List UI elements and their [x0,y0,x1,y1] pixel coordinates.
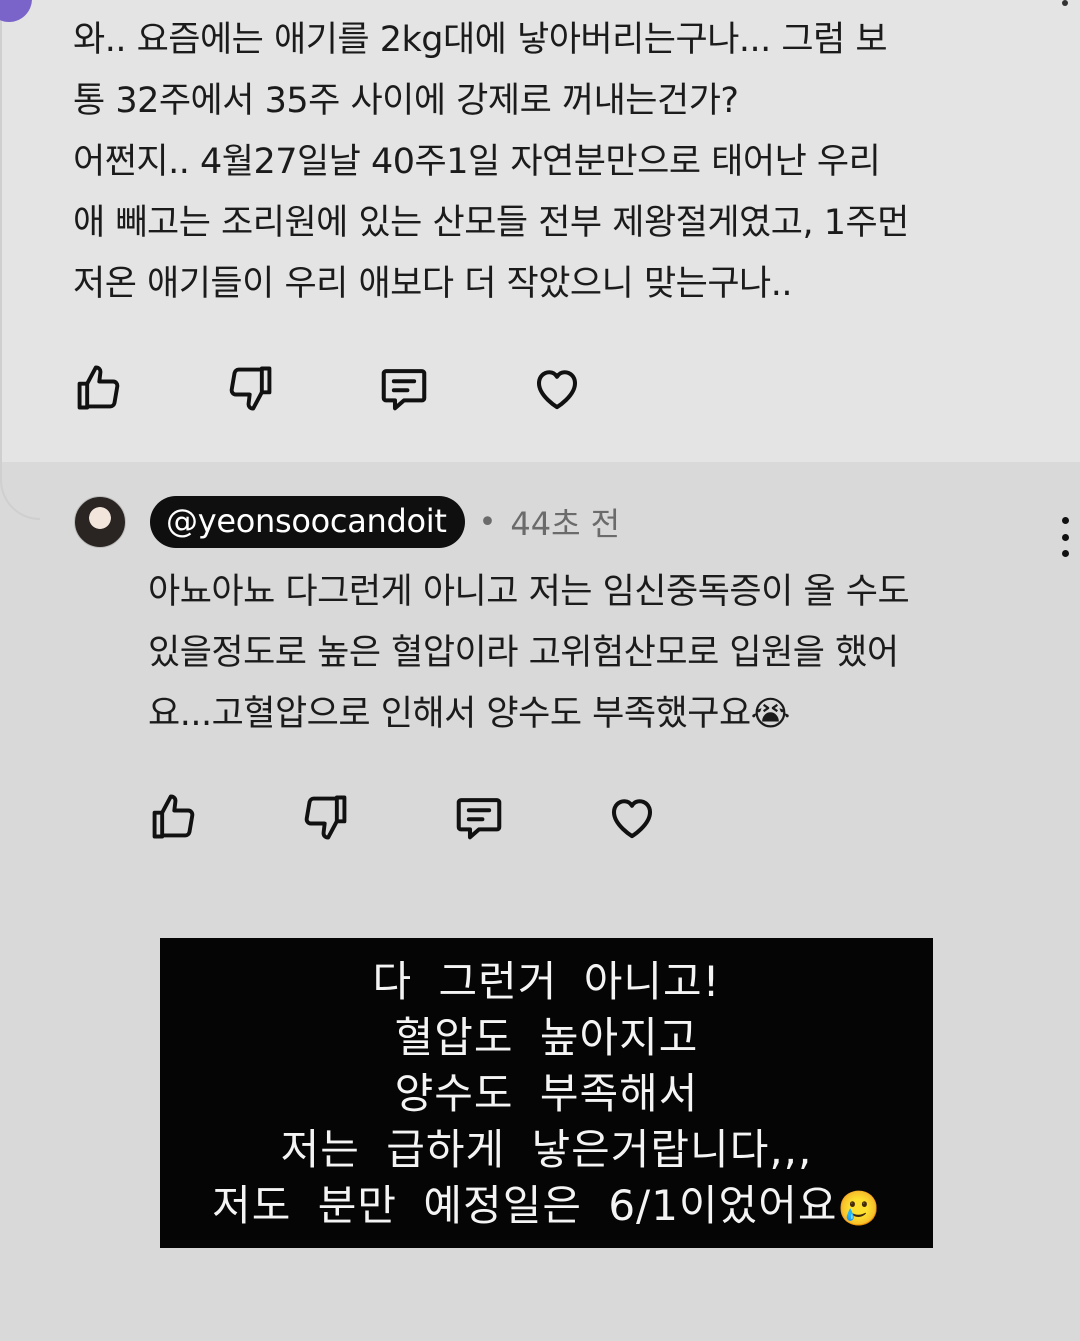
tear-smile-emoji: 🥲 [837,1189,881,1229]
comment-line: 요...고혈압으로 인해서 양수도 부족했구요😭 [148,684,1068,745]
top-comment: 와.. 요즘에는 애기를 2kg대에 낳아버리는구나... 그럼 보 통 32주… [0,0,1080,520]
thumbs-up-icon [77,365,120,410]
comment-line: 저온 애기들이 우리 애보다 더 작았으니 맞는구나.. [73,264,793,304]
heart-button[interactable] [529,360,585,416]
caption-line: 저는 급하게 낳은거랍니다,,, [280,1125,813,1174]
like-button[interactable] [70,360,126,416]
dislike-button[interactable] [223,360,279,416]
comment-line: 어쩐지.. 4월27일날 40주1일 자연분만으로 태어난 우리 [73,142,881,182]
like-button[interactable] [145,789,201,845]
comment-line: 와.. 요즘에는 애기를 2kg대에 낳아버리는구나... 그럼 보 [73,20,888,60]
username-badge[interactable]: @yeonsoocandoit [150,496,465,548]
comment-actions [70,360,585,416]
comment-line: 있을정도로 높은 혈압이라 고위험산모로 입원을 했어 [148,633,899,673]
heart-icon [536,370,578,410]
comment-text: 와.. 요즘에는 애기를 2kg대에 낳아버리는구나... 그럼 보 통 32주… [73,10,1053,315]
more-vert-icon[interactable] [1062,0,1068,6]
separator-dot: • [478,504,497,540]
crying-emoji: 😭 [750,694,791,734]
avatar[interactable] [74,496,126,548]
thumbs-down-icon [304,795,347,840]
caption-line: 다 그런거 아니고! [372,957,721,1006]
comment-line: 통 32주에서 35주 사이에 강제로 꺼내는건가? [73,81,739,121]
caption-box: 다 그런거 아니고! 혈압도 높아지고 양수도 부족해서 저는 급하게 낳은거랍… [160,938,933,1248]
thread-line [0,0,40,520]
reply-header: @yeonsoocandoit • 44초 전 [74,496,620,548]
reply-actions [145,789,660,845]
comment-line-text: 요...고혈압으로 인해서 양수도 부족했구요 [148,694,751,734]
timestamp: 44초 전 [510,505,621,543]
caption-line: 저도 분만 예정일은 6/1이었어요🥲 [160,1178,933,1237]
caption-line: 혈압도 높아지고 [394,1013,699,1062]
more-vert-icon[interactable] [1058,517,1072,557]
comment-line: 아뇨아뇨 다그런게 아니고 저는 임신중독증이 올 수도 [148,572,910,612]
thumbs-down-icon [229,366,272,411]
dislike-button[interactable] [298,789,354,845]
comment-line: 애 빼고는 조리원에 있는 산모들 전부 제왕절게였고, 1주먼 [73,203,909,243]
reply-button[interactable] [451,789,507,845]
reply-text: 아뇨아뇨 다그런게 아니고 저는 임신중독증이 올 수도 있을정도로 높은 혈압… [148,562,1068,745]
heart-icon [611,799,653,839]
caption-line: 양수도 부족해서 [394,1069,699,1118]
reply-icon [456,798,502,840]
heart-button[interactable] [604,789,660,845]
reply-icon [381,369,427,411]
thumbs-up-icon [152,794,195,839]
reply-button[interactable] [376,360,432,416]
caption-line-text: 저도 분만 예정일은 6/1이었어요 [212,1181,838,1230]
